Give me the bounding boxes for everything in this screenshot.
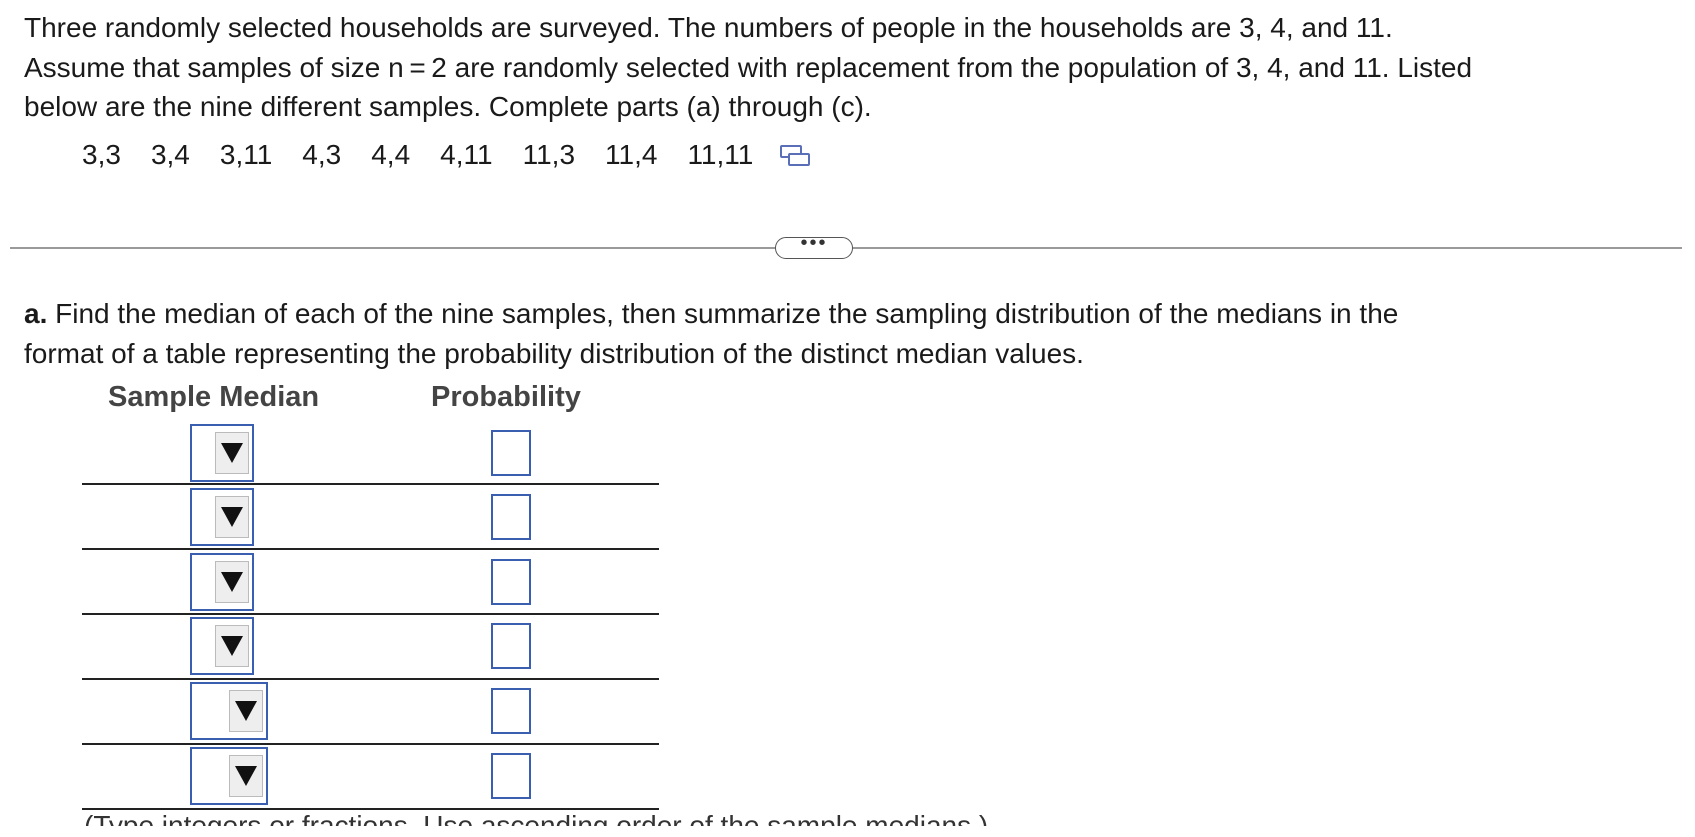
expand-more-button[interactable]: ••• <box>775 233 853 259</box>
column-header-probability: Probability <box>431 381 581 413</box>
part-a-label: a. <box>24 298 48 329</box>
part-a-text-1: Find the median of each of the nine samp… <box>47 298 1399 329</box>
problem-line-3: below are the nine different samples. Co… <box>24 91 872 122</box>
chevron-down-icon <box>221 507 243 527</box>
part-a-text-2: format of a table representing the proba… <box>24 337 1084 369</box>
row-divider <box>82 678 659 680</box>
dropdown-arrow <box>215 625 249 667</box>
chevron-down-icon <box>221 443 243 463</box>
median-select-6[interactable] <box>190 747 268 805</box>
problem-line-1: Three randomly selected households are s… <box>24 12 1393 43</box>
sample-item: 11,4 <box>605 139 658 170</box>
chevron-down-icon <box>235 766 257 786</box>
row-divider <box>82 548 659 550</box>
chevron-down-icon <box>235 701 257 721</box>
probability-input-5[interactable] <box>491 688 531 734</box>
dropdown-arrow <box>215 561 249 603</box>
median-select-2[interactable] <box>190 488 254 546</box>
dropdown-arrow <box>229 690 263 732</box>
probability-input-6[interactable] <box>491 753 531 799</box>
column-header-sample-median: Sample Median <box>108 381 320 413</box>
problem-statement: Three randomly selected households are s… <box>24 8 1674 127</box>
chevron-down-icon <box>221 636 243 656</box>
dropdown-arrow <box>229 755 263 797</box>
dropdown-arrow <box>215 496 249 538</box>
probability-input-1[interactable] <box>491 430 531 476</box>
problem-line-2: Assume that samples of size n = 2 are ra… <box>24 51 1473 83</box>
row-divider <box>82 483 659 485</box>
median-select-3[interactable] <box>190 553 254 611</box>
dropdown-arrow <box>215 432 249 474</box>
sample-item: 4,4 <box>371 139 411 170</box>
sample-item: 3,11 <box>219 139 273 170</box>
median-select-4[interactable] <box>190 617 254 675</box>
chevron-down-icon <box>221 572 243 592</box>
probability-input-4[interactable] <box>491 623 531 669</box>
probability-input-3[interactable] <box>491 559 531 605</box>
sample-item: 3,4 <box>150 139 190 170</box>
row-divider <box>82 613 659 615</box>
row-divider <box>82 808 659 810</box>
sample-item: 4,11 <box>440 139 493 170</box>
copy-data-icon[interactable] <box>779 140 813 170</box>
part-a-question: a. Find the median of each of the nine s… <box>24 294 1674 373</box>
more-dots: ••• <box>800 232 828 254</box>
sample-item: 11,11 <box>687 139 754 170</box>
sample-item: 11,3 <box>522 139 576 170</box>
sample-list: 3,3 3,4 3,11 4,3 4,4 4,11 11,3 11,4 11,1… <box>82 135 813 175</box>
instruction-note: (Type integers or fractions. Use ascendi… <box>84 812 988 826</box>
median-select-1[interactable] <box>190 424 254 482</box>
sample-item: 4,3 <box>302 139 342 170</box>
median-select-5[interactable] <box>190 682 268 740</box>
sample-item: 3,3 <box>82 139 121 170</box>
probability-input-2[interactable] <box>491 494 531 540</box>
row-divider <box>82 743 659 745</box>
